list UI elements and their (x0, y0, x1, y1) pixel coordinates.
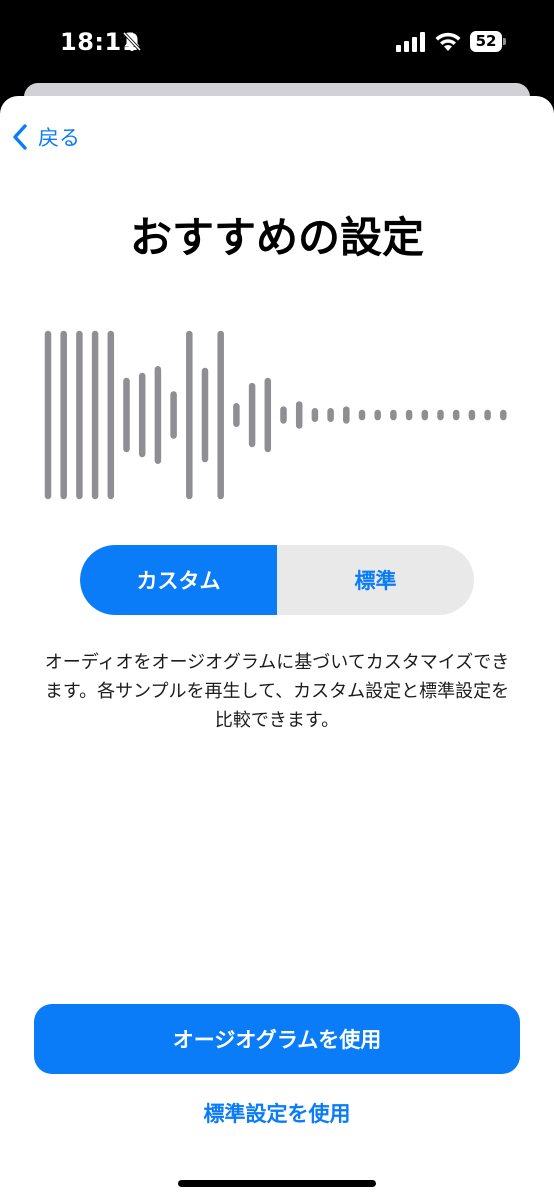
description-text: オーディオをオージオグラムに基づいてカスタマイズできます。各サンプルを再生して、… (44, 652, 510, 731)
wifi-icon (435, 32, 461, 51)
segment-custom[interactable]: カスタム (80, 545, 277, 615)
cellular-signal-icon (396, 32, 425, 52)
home-indicator (178, 1180, 376, 1187)
audio-mode-segmented-control[interactable]: カスタム 標準 (80, 545, 474, 615)
screen: 18:11 52 戻る おすすめの設定 カスタム 標準 オーディオをオージオグラ… (0, 0, 554, 1200)
segment-standard[interactable]: 標準 (277, 545, 474, 615)
recommended-settings-sheet: 戻る おすすめの設定 カスタム 標準 オーディオをオージオグラムに基づいてカスタ… (0, 96, 554, 1200)
battery-level: 52 (470, 31, 502, 52)
battery-icon: 52 (470, 31, 506, 52)
audio-waveform-icon (44, 330, 507, 500)
battery-cap (503, 38, 506, 45)
use-audiogram-button[interactable]: オージオグラムを使用 (34, 1004, 520, 1074)
use-standard-settings-button[interactable]: 標準設定を使用 (0, 1098, 554, 1128)
bell-slash-icon (122, 31, 142, 52)
status-bar: 18:11 52 (0, 0, 554, 84)
